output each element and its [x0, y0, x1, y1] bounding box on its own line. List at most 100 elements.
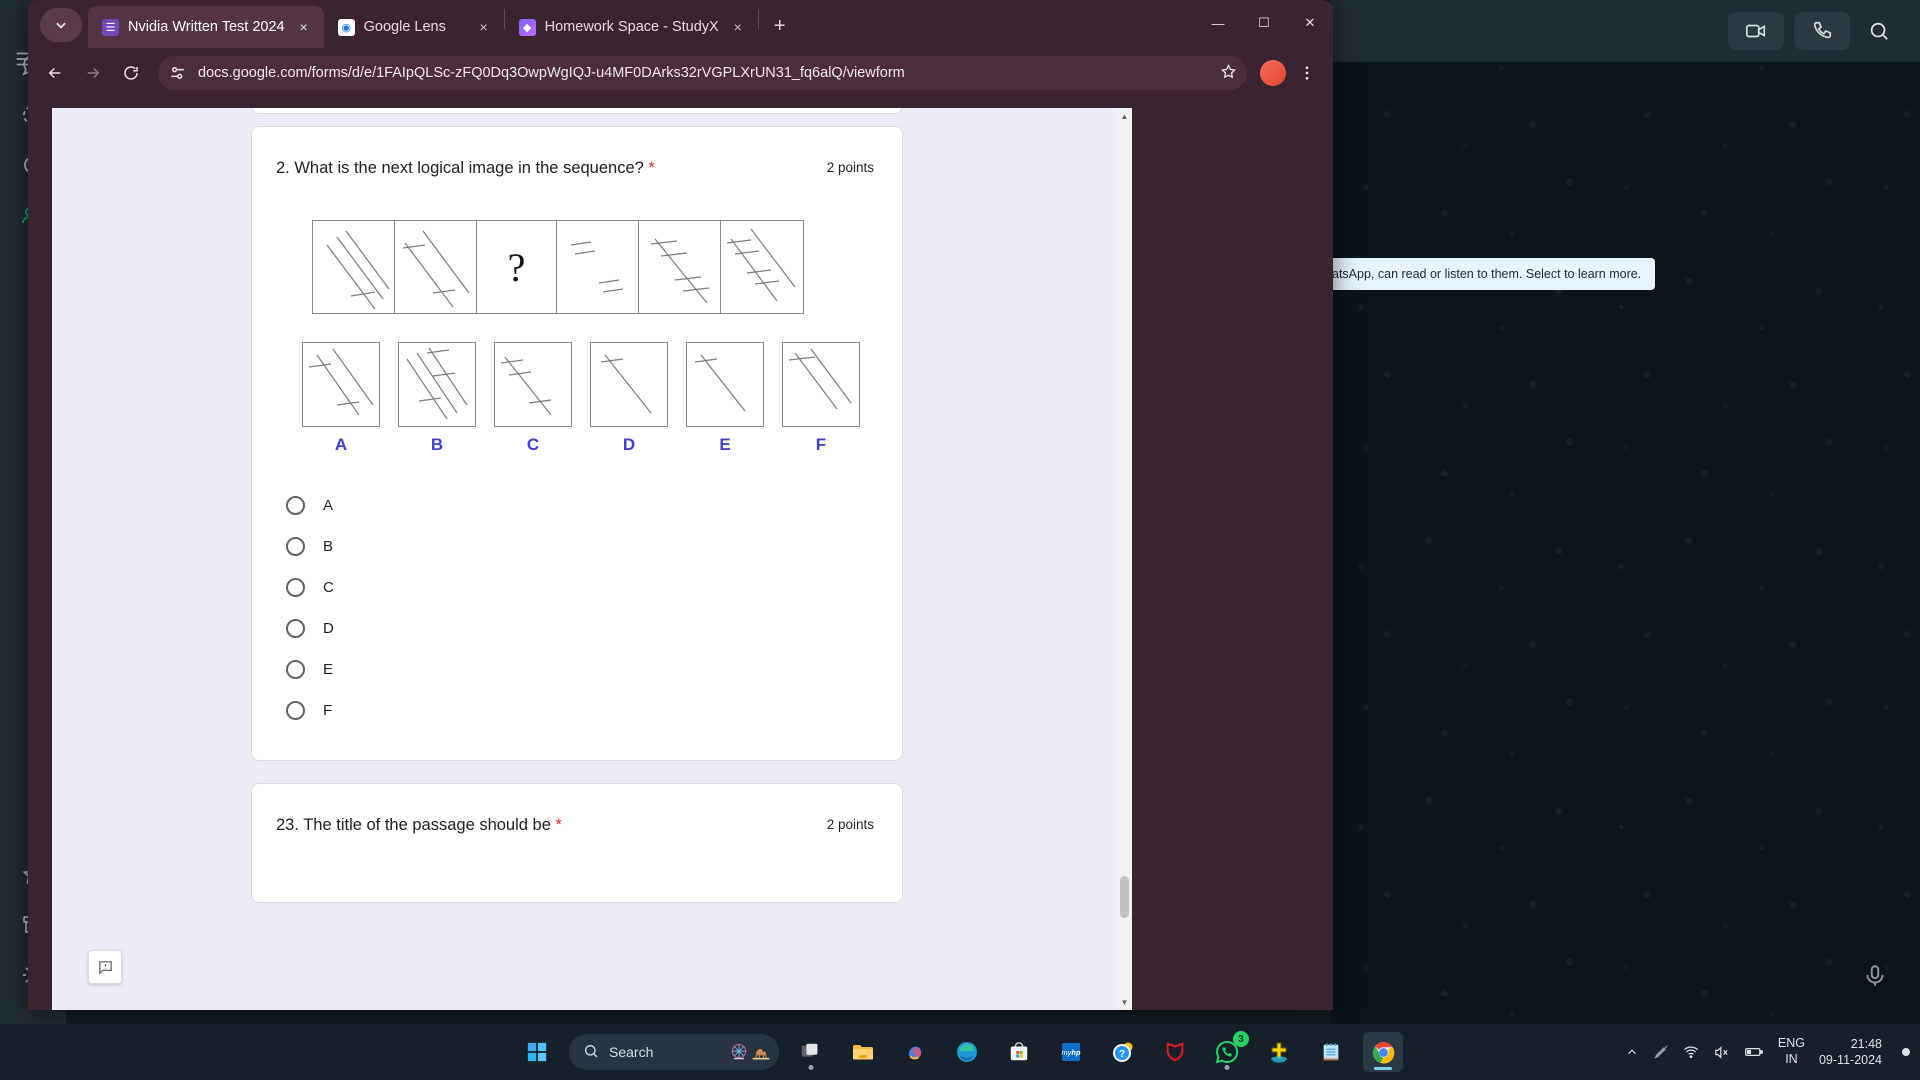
google-form-page: 2. What is the next logical image in the…: [52, 108, 1132, 1010]
option-image-d: D: [590, 342, 668, 455]
myhp-icon[interactable]: myhp: [1051, 1032, 1091, 1072]
close-window-button[interactable]: ✕: [1287, 0, 1333, 46]
back-arrow-icon[interactable]: [38, 56, 72, 90]
tab-homework-space-studyx[interactable]: ◆ Homework Space - StudyX ×: [505, 6, 758, 48]
clock-time: 21:48: [1850, 1036, 1882, 1051]
option-label-e: E: [719, 435, 731, 455]
sequence-cell-5: [639, 221, 721, 314]
sequence-cell-1: [313, 221, 395, 314]
radio-label: D: [323, 620, 334, 638]
question-mark: ?: [507, 244, 526, 290]
radio-option-d[interactable]: D: [286, 608, 902, 649]
microsoft-store-icon[interactable]: [999, 1032, 1039, 1072]
tab-nvidia-written-test[interactable]: ☰ Nvidia Written Test 2024 ×: [88, 6, 324, 48]
three-dot-menu-icon[interactable]: [1291, 57, 1323, 89]
windows-start-icon[interactable]: [517, 1032, 557, 1072]
whatsapp-chat-background: [1330, 0, 1920, 1024]
whatsapp-privacy-banner[interactable]: atsApp, can read or listen to them. Sele…: [1318, 258, 1656, 290]
search-icon[interactable]: [1860, 12, 1898, 50]
question-2-points: 2 points: [826, 160, 874, 175]
tab-search-button[interactable]: [40, 8, 82, 42]
radio-option-e[interactable]: E: [286, 649, 902, 690]
mcafee-icon[interactable]: [1155, 1032, 1195, 1072]
notification-indicator[interactable]: [1902, 1048, 1910, 1056]
language-indicator[interactable]: ENG IN: [1778, 1036, 1805, 1067]
whatsapp-top-bar: [1330, 0, 1920, 62]
wifi-icon[interactable]: [1683, 1044, 1699, 1060]
close-icon[interactable]: ×: [294, 17, 314, 37]
feedback-icon[interactable]: [88, 950, 122, 984]
ferris-wheel-camel-widget[interactable]: [729, 1042, 771, 1062]
browser-toolbar: docs.google.com/forms/d/e/1FAIpQLSc-zFQ0…: [28, 48, 1333, 98]
address-bar[interactable]: docs.google.com/forms/d/e/1FAIpQLSc-zFQ0…: [158, 56, 1247, 90]
volume-muted-icon[interactable]: [1713, 1044, 1730, 1061]
reload-icon[interactable]: [114, 56, 148, 90]
tab-strip: ☰ Nvidia Written Test 2024 × ◉ Google Le…: [28, 0, 1333, 48]
option-image-b: B: [398, 342, 476, 455]
radio-option-b[interactable]: B: [286, 526, 902, 567]
radio-option-c[interactable]: C: [286, 567, 902, 608]
scroll-up-icon[interactable]: ▲: [1117, 108, 1132, 124]
language-line-1: ENG: [1777, 1036, 1805, 1051]
radio-circle-icon[interactable]: [286, 496, 305, 516]
notepad-icon[interactable]: [1311, 1032, 1351, 1072]
forward-arrow-icon[interactable]: [76, 56, 110, 90]
radio-option-f[interactable]: F: [286, 690, 902, 731]
microsoft-edge-icon[interactable]: [947, 1032, 987, 1072]
scrollbar-thumb[interactable]: [1120, 876, 1129, 918]
option-label-d: D: [622, 435, 636, 455]
radio-circle-icon[interactable]: [286, 660, 305, 680]
radio-label: A: [323, 497, 334, 515]
tab-google-lens[interactable]: ◉ Google Lens ×: [324, 6, 504, 48]
baptism-game-icon[interactable]: [1259, 1032, 1299, 1072]
windows-taskbar: Search myhp ? 3 ENG IN 21:48 09-11-2024: [0, 1024, 1920, 1080]
search-placeholder-text: Search: [609, 1044, 654, 1060]
help-support-icon[interactable]: ?: [1103, 1032, 1143, 1072]
app-active-indicator: [1374, 1067, 1392, 1070]
task-view-icon[interactable]: [791, 1032, 831, 1072]
question-2-text: 2. What is the next logical image in the…: [276, 159, 644, 177]
radio-circle-icon[interactable]: [286, 537, 305, 557]
voice-call-icon[interactable]: [1794, 12, 1850, 50]
radio-label: B: [323, 538, 334, 556]
clock[interactable]: 21:48 09-11-2024: [1819, 1036, 1888, 1069]
maximize-button[interactable]: ☐: [1241, 0, 1287, 46]
battery-icon[interactable]: [1744, 1042, 1764, 1062]
radio-option-a[interactable]: A: [286, 485, 902, 526]
option-label-a: A: [334, 435, 348, 455]
google-chrome-icon[interactable]: [1363, 1032, 1403, 1072]
page-scrollbar[interactable]: ▲ ▼: [1117, 108, 1132, 1010]
search-input[interactable]: Search: [569, 1034, 779, 1070]
radio-circle-icon[interactable]: [286, 619, 305, 639]
question-2-header: 2. What is the next logical image in the…: [252, 127, 902, 180]
new-tab-button[interactable]: +: [765, 11, 795, 41]
minimize-button[interactable]: —: [1195, 0, 1241, 46]
app-running-dot: [1224, 1065, 1230, 1070]
file-explorer-icon[interactable]: [843, 1032, 883, 1072]
video-call-icon[interactable]: [1728, 12, 1784, 50]
radio-circle-icon[interactable]: [286, 578, 305, 598]
question-23-points: 2 points: [826, 817, 874, 832]
option-image-e: E: [686, 342, 764, 455]
profile-avatar[interactable]: [1257, 57, 1289, 89]
option-image-a: A: [302, 342, 380, 455]
pen-icon[interactable]: [1653, 1044, 1669, 1060]
whatsapp-icon[interactable]: 3: [1207, 1031, 1249, 1072]
option-images: A B C D E F: [302, 342, 902, 455]
tab-title: Google Lens: [363, 19, 446, 35]
scroll-down-icon[interactable]: ▼: [1117, 994, 1132, 1010]
question-card-23: 23. The title of the passage should be *…: [251, 783, 903, 903]
close-icon[interactable]: ×: [474, 17, 494, 37]
copilot-icon[interactable]: [895, 1032, 935, 1072]
microphone-icon[interactable]: [1862, 963, 1888, 994]
radio-circle-icon[interactable]: [286, 701, 305, 721]
question-23-text: 23. The title of the passage should be: [276, 816, 551, 834]
show-hidden-icons[interactable]: [1625, 1045, 1639, 1059]
close-icon[interactable]: ×: [728, 17, 748, 37]
sequence-row: ?: [312, 220, 804, 315]
svg-text:?: ?: [1119, 1049, 1125, 1060]
bookmark-star-icon[interactable]: [1220, 63, 1237, 84]
option-label-b: B: [430, 435, 444, 455]
site-settings-icon[interactable]: [168, 63, 188, 83]
answer-radio-group: A B C D E F: [286, 485, 902, 731]
